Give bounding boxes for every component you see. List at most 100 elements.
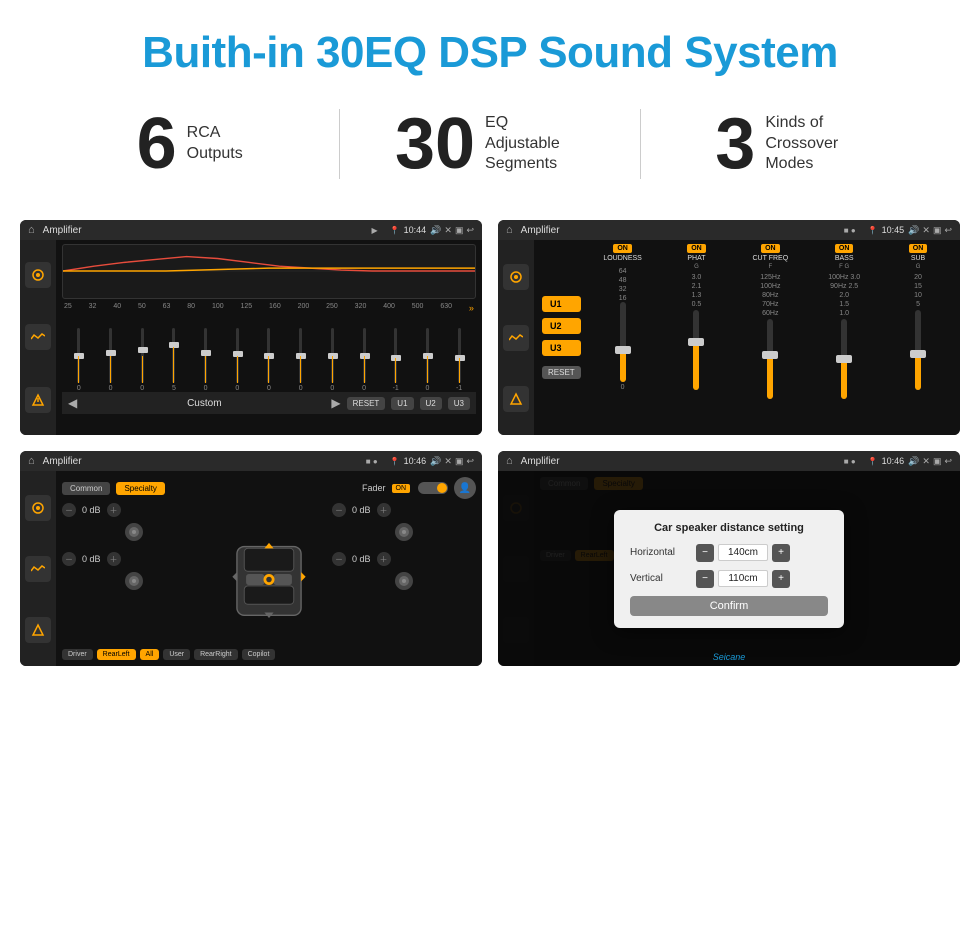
ch-cutfreq-slider[interactable] — [767, 319, 773, 399]
dialog-confirm-btn[interactable]: Confirm — [630, 596, 828, 616]
mixer-home-icon[interactable]: ⌂ — [506, 224, 513, 236]
eq-u3-btn[interactable]: U3 — [448, 397, 470, 410]
mixer-btn-3[interactable] — [503, 386, 529, 412]
ch-loudness-on[interactable]: ON — [613, 244, 632, 253]
dialog-overlay: Car speaker distance setting Horizontal … — [498, 471, 960, 666]
eq-sidebar — [20, 240, 56, 435]
fader-zone-rl-plus[interactable]: ＋ — [107, 552, 121, 566]
fader-btn-2[interactable] — [25, 556, 51, 582]
stats-row: 6 RCA Outputs 30 EQ Adjustable Segments … — [0, 98, 980, 210]
eq-sidebar-btn-3[interactable] — [25, 387, 51, 413]
eq-slider-7[interactable]: 0 — [286, 328, 316, 392]
eq-slider-11[interactable]: 0 — [413, 328, 443, 392]
eq-slider-5[interactable]: 0 — [222, 328, 252, 392]
fader-zone-fr-minus[interactable]: － — [332, 503, 346, 517]
fader-tab-common[interactable]: Common — [62, 482, 110, 495]
dialog-horizontal-row: Horizontal − 140cm + — [630, 544, 828, 562]
eq-graph — [62, 244, 476, 299]
mixer-reset-btn[interactable]: RESET — [542, 366, 581, 379]
eq-u2-btn[interactable]: U2 — [420, 397, 442, 410]
ch-cutfreq-label: CUT FREQ — [752, 255, 788, 262]
eq-slider-3[interactable]: 5 — [159, 328, 189, 392]
eq-slider-8[interactable]: 0 — [318, 328, 348, 392]
fader-btn-driver[interactable]: Driver — [62, 649, 93, 660]
ch-bass-label: BASS — [835, 255, 854, 262]
eq-status-icons: 🔊 ✕ ▣ ↩ — [430, 225, 474, 236]
eq-slider-6[interactable]: 0 — [254, 328, 284, 392]
fader-fr-db: 0 dB — [352, 505, 371, 515]
dialog-home-icon[interactable]: ⌂ — [506, 455, 513, 467]
ch-bass-on[interactable]: ON — [835, 244, 854, 253]
stat-eq: 30 EQ Adjustable Segments — [340, 108, 639, 180]
dialog-vertical-row: Vertical − 110cm + — [630, 570, 828, 588]
eq-prev-btn[interactable]: ◀ — [68, 396, 77, 410]
mixer-preset-u1[interactable]: U1 — [542, 296, 581, 312]
ch-sub-label: SUB — [911, 255, 925, 262]
ch-phat-on[interactable]: ON — [687, 244, 706, 253]
ch-phat-slider[interactable] — [693, 310, 699, 390]
dialog-vertical-minus[interactable]: − — [696, 570, 714, 588]
eq-slider-10[interactable]: -1 — [381, 328, 411, 392]
eq-slider-9[interactable]: 0 — [349, 328, 379, 392]
dialog-back-icon[interactable]: ↩ — [944, 456, 952, 467]
fader-btn-user[interactable]: User — [163, 649, 190, 660]
eq-slider-4[interactable]: 0 — [191, 328, 221, 392]
fader-btn-3[interactable] — [25, 617, 51, 643]
fader-zone-rr-plus[interactable]: ＋ — [377, 552, 391, 566]
dialog-x-icon: ✕ — [922, 456, 930, 467]
ch-bass-slider[interactable] — [841, 319, 847, 399]
dialog-horizontal-plus[interactable]: + — [772, 544, 790, 562]
stat-label-eq: EQ Adjustable Segments — [485, 113, 585, 175]
eq-slider-12[interactable]: -1 — [444, 328, 474, 392]
mixer-btn-2[interactable] — [503, 325, 529, 351]
fader-speaker-fr — [332, 521, 476, 548]
mixer-btn-1[interactable] — [503, 264, 529, 290]
eq-sidebar-btn-2[interactable] — [25, 324, 51, 350]
fader-btn-all[interactable]: All — [140, 649, 160, 660]
fader-btn-rearleft[interactable]: RearLeft — [97, 649, 136, 660]
eq-reset-btn[interactable]: RESET — [347, 397, 386, 410]
eq-slider-2[interactable]: 0 — [127, 328, 157, 392]
eq-back-icon[interactable]: ↩ — [466, 225, 474, 236]
fader-zone-rl: － 0 dB ＋ — [62, 552, 206, 566]
fader-on-badge[interactable]: ON — [392, 484, 411, 493]
mixer-time: 10:45 — [882, 225, 905, 235]
dialog-bg-content: Common Specialty Driver RearLeft User Re… — [498, 471, 960, 666]
fader-tab-specialty[interactable]: Specialty — [116, 482, 164, 495]
fader-zone-fr-plus[interactable]: ＋ — [377, 503, 391, 517]
dialog-horizontal-minus[interactable]: − — [696, 544, 714, 562]
stat-number-crossover: 3 — [715, 108, 755, 180]
dialog-vertical-plus[interactable]: + — [772, 570, 790, 588]
fader-right: － 0 dB ＋ － 0 dB ＋ — [332, 503, 476, 645]
ch-phat-sub: G — [694, 264, 699, 270]
fader-rr-db: 0 dB — [352, 554, 371, 564]
fader-btn-1[interactable] — [25, 495, 51, 521]
ch-sub-on[interactable]: ON — [909, 244, 928, 253]
mixer-preset-u2[interactable]: U2 — [542, 318, 581, 334]
fader-zone-fl-plus[interactable]: ＋ — [107, 503, 121, 517]
fader-zone-fl-minus[interactable]: － — [62, 503, 76, 517]
eq-slider-1[interactable]: 0 — [96, 328, 126, 392]
dialog-status-bar: ⌂ Amplifier ■ ● 📍 10:46 🔊 ✕ ▣ ↩ — [498, 451, 960, 471]
fader-zone-rl-minus[interactable]: － — [62, 552, 76, 566]
mixer-ch-sub: ON SUB G 20 15 10 5 — [884, 244, 952, 390]
ch-sub-slider[interactable] — [915, 310, 921, 390]
fader-home-icon[interactable]: ⌂ — [28, 455, 35, 467]
mixer-back-icon[interactable]: ↩ — [944, 225, 952, 236]
ch-loudness-slider[interactable] — [620, 302, 626, 382]
fader-sidebar — [20, 471, 56, 666]
fader-back-icon[interactable]: ↩ — [466, 456, 474, 467]
eq-sidebar-btn-1[interactable] — [25, 262, 51, 288]
eq-next-btn[interactable]: ▶ — [331, 396, 340, 410]
fader-content: Common Specialty Fader ON 👤 － 0 dB — [20, 471, 482, 666]
eq-u1-btn[interactable]: U1 — [391, 397, 413, 410]
mixer-preset-u3[interactable]: U3 — [542, 340, 581, 356]
ch-cutfreq-on[interactable]: ON — [761, 244, 780, 253]
fader-btn-copilot[interactable]: Copilot — [242, 649, 276, 660]
fader-toggle[interactable] — [418, 482, 448, 494]
home-icon[interactable]: ⌂ — [28, 224, 35, 236]
eq-slider-0[interactable]: 0 — [64, 328, 94, 392]
fader-profile-icon[interactable]: 👤 — [454, 477, 476, 499]
fader-btn-rearright[interactable]: RearRight — [194, 649, 238, 660]
fader-zone-rr-minus[interactable]: － — [332, 552, 346, 566]
